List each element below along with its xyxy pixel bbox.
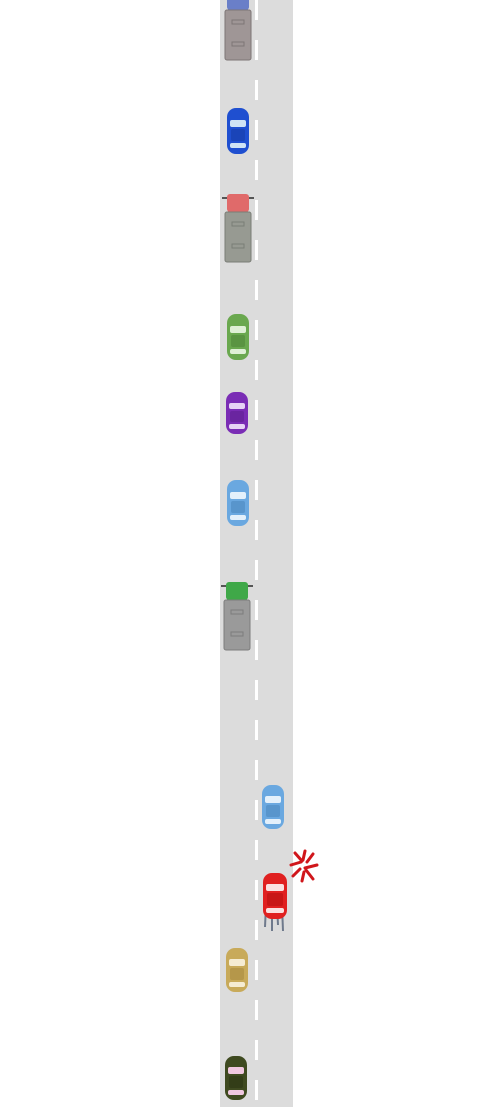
car-lightblue-2 (261, 785, 285, 829)
car-tan-icon (226, 948, 248, 992)
car-lightblue-2-icon (262, 785, 284, 829)
car-darkolive-icon (225, 1056, 247, 1100)
truck-1 (222, 0, 254, 62)
truck-1-icon (224, 0, 252, 61)
car-purple-icon (226, 392, 248, 434)
player-car-icon (263, 873, 287, 919)
player-car[interactable] (262, 873, 288, 919)
truck-3-icon (221, 582, 253, 651)
car-blue (226, 108, 250, 154)
truck-2 (222, 194, 254, 264)
truck-3 (221, 582, 253, 652)
car-lightblue-1-icon (227, 480, 249, 526)
collision-mark-icon (283, 845, 323, 889)
road (220, 0, 293, 1107)
truck-2-icon (222, 194, 254, 263)
car-blue-icon (227, 108, 249, 154)
car-tan (225, 948, 249, 992)
lane-divider (255, 0, 258, 1107)
car-green-icon (227, 314, 249, 360)
car-darkolive (224, 1056, 248, 1100)
car-lightblue-1 (226, 480, 250, 526)
car-purple (225, 392, 249, 434)
car-green (226, 314, 250, 360)
